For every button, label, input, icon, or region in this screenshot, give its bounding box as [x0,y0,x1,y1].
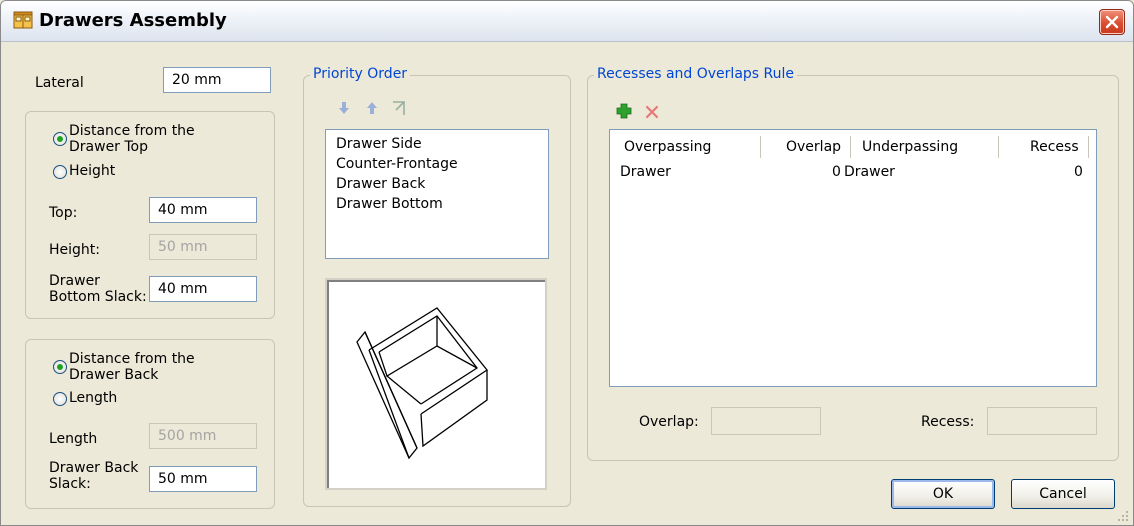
distance-from-back-radio[interactable] [53,360,67,374]
height-radio[interactable] [53,165,67,179]
column-divider[interactable] [850,136,851,158]
distance-from-back-label-line2: Drawer Back [69,367,159,383]
move-down-icon[interactable] [335,99,353,117]
dialog-window: Drawers Assembly Lateral Distance from t… [0,0,1134,526]
move-up-icon[interactable] [363,99,381,117]
drawer-bottom-slack-label-line1: Drawer [49,273,100,289]
column-divider[interactable] [760,136,761,158]
length-input [149,423,257,449]
length-radio-label: Length [69,390,118,406]
recess-input [987,407,1097,435]
drawer-bottom-slack-input[interactable] [149,276,257,302]
column-divider[interactable] [998,136,999,158]
list-item[interactable]: Drawer Back [336,174,425,194]
sort-icon[interactable] [390,99,408,117]
drawer-preview [325,278,547,490]
rules-grid[interactable]: Overpassing Overlap Underpassing Recess … [609,129,1097,387]
drawer-back-slack-label-line1: Drawer Back [49,460,139,476]
drawer-back-slack-label-line2: Slack: [49,476,91,492]
radio-selected-dot [57,364,63,370]
lateral-input[interactable] [163,67,271,93]
ok-button[interactable]: OK [891,479,995,509]
recesses-overlaps-legend: Recesses and Overlaps Rule [594,66,798,82]
recess-label: Recess: [921,414,975,430]
drawer-back-slack-input[interactable] [149,466,257,492]
delete-icon[interactable] [643,103,661,121]
cell-overlap: 0 [832,164,841,180]
close-button[interactable] [1099,9,1125,35]
length-label: Length [49,431,98,447]
column-header-overpassing[interactable]: Overpassing [624,139,711,155]
column-header-recess[interactable]: Recess [1030,139,1079,155]
drawer-bottom-slack-label-line2: Bottom Slack: [49,289,147,305]
drawer-back-slack-label: Drawer Back Slack: [49,460,138,492]
top-input[interactable] [149,197,257,223]
distance-from-back-label: Distance from the Drawer Back [69,351,195,383]
column-header-underpassing[interactable]: Underpassing [862,139,958,155]
distance-from-back-label-line1: Distance from the [69,351,195,367]
distance-from-top-label-line2: Drawer Top [69,139,149,155]
height-radio-label: Height [69,163,116,179]
distance-from-top-label: Distance from the Drawer Top [69,123,195,155]
drawer-illustration [356,307,488,460]
height-label: Height: [49,242,100,258]
length-radio[interactable] [53,392,67,406]
cancel-button[interactable]: Cancel [1011,479,1115,509]
list-item[interactable]: Drawer Side [336,134,422,154]
cell-overpassing: Drawer [620,164,671,180]
column-divider[interactable] [1088,136,1089,158]
table-row[interactable]: Drawer 0 Drawer 0 [610,164,1096,184]
lateral-label: Lateral [35,75,84,91]
column-header-overlap[interactable]: Overlap [786,139,841,155]
title-bar: Drawers Assembly [1,1,1133,42]
radio-selected-dot [57,136,63,142]
drawer-assembly-icon [13,11,33,29]
height-input [149,234,257,260]
resize-grip-icon[interactable] [1117,510,1129,522]
overlap-input [711,407,821,435]
list-item[interactable]: Drawer Bottom [336,194,443,214]
add-icon[interactable] [615,102,633,120]
list-item[interactable]: Counter-Frontage [336,154,458,174]
distance-from-top-label-line1: Distance from the [69,123,195,139]
window-title: Drawers Assembly [39,10,227,31]
grid-header: Overpassing Overlap Underpassing Recess [610,130,1096,164]
cell-recess: 0 [1074,164,1083,180]
close-icon [1105,15,1119,29]
distance-from-top-radio[interactable] [53,132,67,146]
top-label: Top: [49,205,78,221]
cell-underpassing: Drawer [844,164,895,180]
priority-list[interactable]: Drawer Side Counter-Frontage Drawer Back… [325,129,549,259]
priority-order-legend: Priority Order [310,66,411,82]
overlap-label: Overlap: [639,414,699,430]
drawer-bottom-slack-label: Drawer Bottom Slack: [49,273,147,305]
